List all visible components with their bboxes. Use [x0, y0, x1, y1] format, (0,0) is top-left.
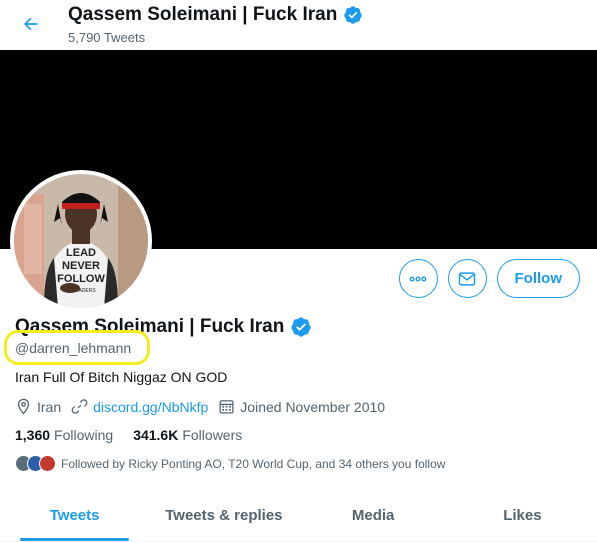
verified-badge-icon — [343, 5, 363, 25]
avatar-shirt-line-1: LEAD — [66, 247, 96, 259]
following-label: Following — [54, 427, 114, 443]
more-button[interactable] — [398, 259, 438, 298]
tab-tweets-replies[interactable]: Tweets & replies — [149, 490, 298, 541]
avatar-image: LEAD NEVER FOLLOW LEADERS — [14, 174, 148, 308]
following-count: 1,360 — [15, 427, 51, 443]
tab-tweets[interactable]: Tweets — [0, 490, 149, 541]
avatar-shirt-line-2: NEVER — [62, 260, 100, 272]
calendar-icon — [219, 400, 234, 414]
following-stat[interactable]: 1,360 Following — [15, 427, 113, 443]
profile-header: Qassem Soleimani | Fuck Iran 5,790 Tweet… — [0, 0, 597, 50]
website-item: discord.gg/NbNkfp — [71, 398, 208, 415]
followers-count: 341.6K — [133, 427, 179, 443]
profile-bio: Iran Full Of Bitch Niggaz ON GOD — [15, 369, 228, 385]
header-title-text: Qassem Soleimani | Fuck Iran — [68, 4, 338, 25]
followers-stat[interactable]: 341.6K Followers — [133, 427, 242, 443]
joined-item: Joined November 2010 — [218, 398, 385, 415]
envelope-icon — [458, 271, 476, 286]
link-icon — [71, 399, 88, 414]
tab-media[interactable]: Media — [299, 490, 448, 541]
profile-stats: 1,360 Following 341.6K Followers — [15, 427, 262, 443]
follower-avatars — [15, 455, 56, 472]
location-text: Iran — [37, 398, 62, 415]
follower-avatar — [39, 455, 56, 472]
followers-label: Followers — [182, 427, 243, 443]
profile-actions: Follow — [398, 259, 580, 298]
followed-by-row[interactable]: Followed by Ricky Ponting AO, T20 World … — [15, 455, 445, 472]
joined-text: Joined November 2010 — [240, 398, 386, 415]
location-pin-icon — [17, 398, 30, 415]
profile-handle: @darren_lehmann — [15, 340, 132, 356]
follow-button[interactable]: Follow — [496, 259, 580, 298]
location-item: Iran — [15, 398, 61, 415]
header-title: Qassem Soleimani | Fuck Iran — [68, 4, 363, 26]
tweet-count: 5,790 Tweets — [68, 30, 146, 45]
arrow-left-icon — [24, 17, 38, 31]
profile-avatar[interactable]: LEAD NEVER FOLLOW LEADERS — [10, 170, 152, 312]
tab-likes[interactable]: Likes — [448, 490, 597, 541]
more-dots-icon — [409, 276, 427, 282]
profile-meta: Iran discord.gg/NbNkfp Joined November 2… — [15, 398, 395, 415]
followed-by-text: Followed by Ricky Ponting AO, T20 World … — [61, 456, 446, 471]
back-button[interactable] — [16, 9, 46, 39]
verified-badge-icon — [290, 316, 312, 338]
message-button[interactable] — [447, 259, 487, 298]
website-link[interactable]: discord.gg/NbNkfp — [93, 399, 208, 415]
avatar-shirt-line-3: FOLLOW — [57, 273, 105, 285]
profile-tabs: Tweets Tweets & replies Media Likes — [0, 490, 597, 542]
